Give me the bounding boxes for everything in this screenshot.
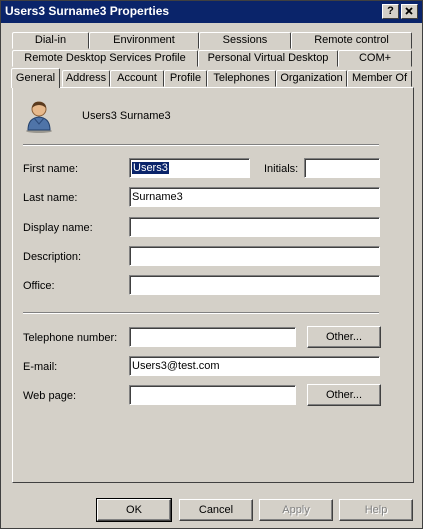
tab-remote-desktop-services-profile[interactable]: Remote Desktop Services Profile xyxy=(12,50,198,67)
email-label: E-mail: xyxy=(23,361,58,373)
office-field[interactable] xyxy=(129,275,380,295)
telephone-label: Telephone number: xyxy=(23,332,118,344)
first-name-label: First name: xyxy=(23,163,79,175)
apply-button[interactable]: Apply xyxy=(259,499,333,521)
tab-address[interactable]: Address xyxy=(62,70,110,87)
properties-dialog: Users3 Surname3 Properties ? Dial-in Env… xyxy=(0,0,423,529)
user-icon xyxy=(26,101,52,133)
tab-environment[interactable]: Environment xyxy=(89,32,199,49)
tab-account[interactable]: Account xyxy=(110,70,164,87)
tab-member-of[interactable]: Member Of xyxy=(347,70,412,87)
initials-label: Initials: xyxy=(264,163,299,175)
first-name-value: Users3 xyxy=(132,162,169,174)
display-name-label: Display name: xyxy=(23,222,93,234)
window-title: Users3 Surname3 Properties xyxy=(5,4,170,18)
last-name-label: Last name: xyxy=(23,192,78,204)
tab-dial-in[interactable]: Dial-in xyxy=(12,32,89,49)
tab-sessions[interactable]: Sessions xyxy=(199,32,291,49)
tab-organization[interactable]: Organization xyxy=(276,70,347,87)
tab-general[interactable]: General xyxy=(11,68,60,88)
cancel-button[interactable]: Cancel xyxy=(179,499,253,521)
last-name-field[interactable]: Surname3 xyxy=(129,187,380,207)
tab-personal-virtual-desktop[interactable]: Personal Virtual Desktop xyxy=(198,50,338,67)
telephone-other-button[interactable]: Other... xyxy=(307,326,381,348)
help-title-button[interactable]: ? xyxy=(382,4,399,19)
webpage-field[interactable] xyxy=(129,385,296,405)
ok-button[interactable]: OK xyxy=(96,498,172,522)
description-label: Description: xyxy=(23,251,82,263)
close-icon[interactable] xyxy=(401,4,418,19)
first-name-field[interactable]: Users3 xyxy=(129,158,250,178)
separator-top xyxy=(23,144,379,146)
initials-field[interactable] xyxy=(304,158,380,178)
tab-telephones[interactable]: Telephones xyxy=(207,70,276,87)
description-field[interactable] xyxy=(129,246,380,266)
webpage-other-button[interactable]: Other... xyxy=(307,384,381,406)
display-name-field[interactable] xyxy=(129,217,380,237)
title-bar[interactable]: Users3 Surname3 Properties ? xyxy=(1,1,422,23)
email-field[interactable]: Users3@test.com xyxy=(129,356,380,376)
user-display-title: Users3 Surname3 xyxy=(82,110,171,122)
help-button[interactable]: Help xyxy=(339,499,413,521)
separator-middle xyxy=(23,312,379,314)
office-label: Office: xyxy=(23,280,55,292)
tab-profile[interactable]: Profile xyxy=(164,70,207,87)
tab-remote-control[interactable]: Remote control xyxy=(291,32,412,49)
tab-com-plus[interactable]: COM+ xyxy=(338,50,412,67)
telephone-field[interactable] xyxy=(129,327,296,347)
webpage-label: Web page: xyxy=(23,390,77,402)
